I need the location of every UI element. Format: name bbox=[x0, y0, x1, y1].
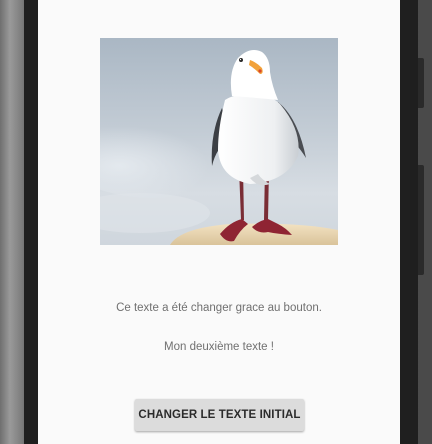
volume-button bbox=[418, 58, 424, 108]
second-text: Mon deuxième texte ! bbox=[164, 341, 274, 353]
change-initial-text-button[interactable]: CHANGER LE TEXTE INITIAL bbox=[135, 399, 304, 431]
device-frame: Ce texte a été changer grace au bouton. … bbox=[0, 0, 432, 444]
power-button bbox=[418, 165, 424, 275]
seagull-image bbox=[100, 38, 338, 245]
changed-text: Ce texte a été changer grace au bouton. bbox=[116, 302, 322, 314]
app-screen: Ce texte a été changer grace au bouton. … bbox=[38, 0, 400, 444]
